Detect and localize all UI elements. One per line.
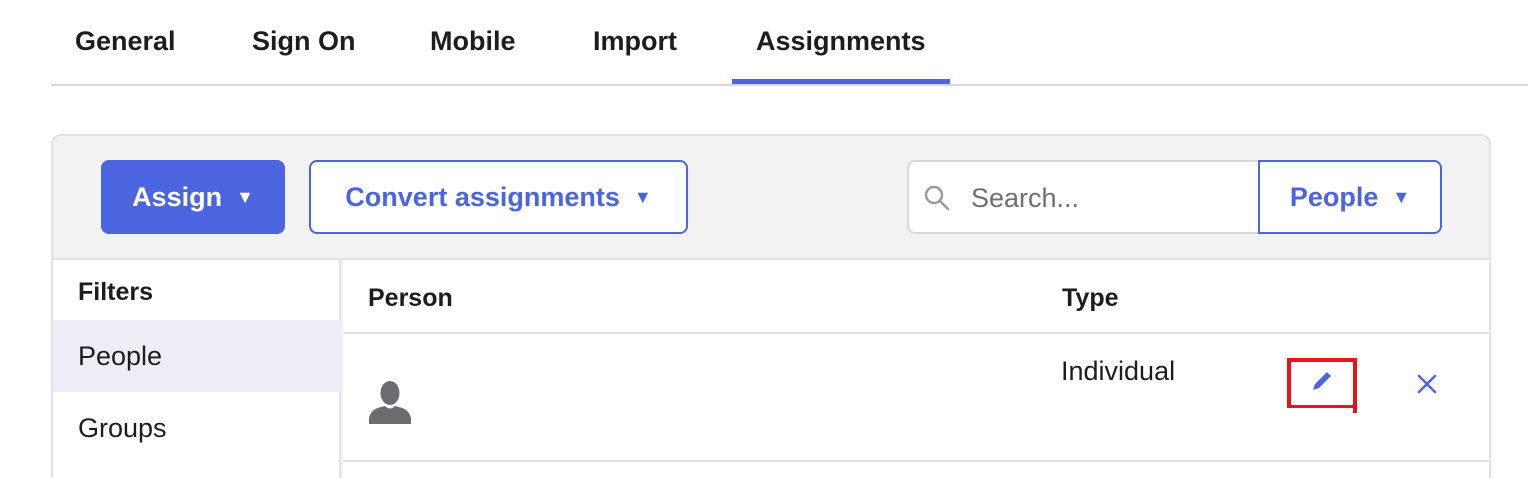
caret-down-icon: ▼ (236, 186, 254, 207)
user-avatar-icon (367, 378, 413, 429)
tab-bar: General Sign On Mobile Import Assignment… (51, 0, 1528, 86)
assign-button[interactable]: Assign ▼ (101, 160, 285, 234)
caret-down-icon: ▼ (633, 186, 652, 207)
toolbar: Assign ▼ Convert assignments ▼ People ▼ (53, 136, 1489, 260)
filters-sidebar: Filters People Groups (53, 260, 341, 478)
filter-item-groups[interactable]: Groups (53, 392, 341, 464)
search-input[interactable] (971, 174, 1251, 222)
people-dropdown-label: People (1289, 181, 1379, 212)
search-icon (923, 184, 951, 217)
column-header-person: Person (368, 284, 453, 312)
table-header: Person Type (343, 260, 1489, 334)
tab-general[interactable]: General (75, 26, 176, 57)
search-box (907, 160, 1260, 234)
caret-down-icon: ▼ (1392, 186, 1411, 207)
people-filter-dropdown[interactable]: People ▼ (1258, 160, 1442, 234)
tab-sign-on[interactable]: Sign On (252, 26, 356, 57)
person-name (367, 436, 667, 440)
assignments-table: Person Type Individual (343, 260, 1489, 478)
tab-mobile[interactable]: Mobile (430, 26, 516, 57)
assignments-panel: Assign ▼ Convert assignments ▼ People ▼ … (51, 134, 1491, 478)
convert-assignments-label: Convert assignments (345, 181, 620, 212)
remove-assignment-button[interactable] (1413, 372, 1441, 400)
filters-title: Filters (78, 278, 154, 306)
type-cell: Individual (1061, 356, 1176, 386)
table-row: Individual (343, 334, 1489, 462)
pencil-icon (1309, 368, 1335, 399)
close-icon (1416, 373, 1438, 400)
assign-button-label: Assign (132, 181, 223, 212)
tab-import[interactable]: Import (593, 26, 677, 57)
edit-assignment-button[interactable] (1287, 358, 1357, 413)
tab-assignments[interactable]: Assignments (732, 26, 950, 84)
column-header-type: Type (1062, 284, 1119, 312)
convert-assignments-button[interactable]: Convert assignments ▼ (309, 160, 688, 234)
filter-item-people[interactable]: People (53, 320, 341, 392)
